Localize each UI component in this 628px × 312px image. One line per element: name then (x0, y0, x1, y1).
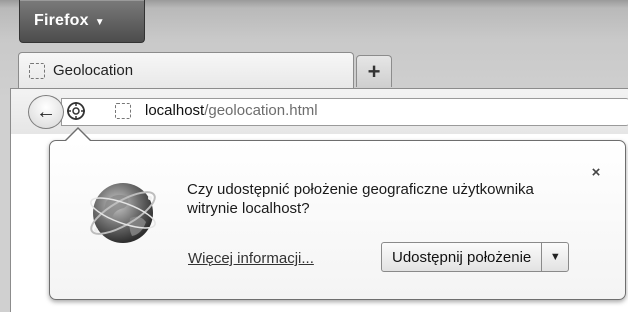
url-host: localhost (145, 102, 205, 119)
firefox-menu-button[interactable]: Firefox ▼ (19, 0, 145, 43)
close-notification-button[interactable]: × (588, 164, 604, 181)
navigation-toolbar (10, 88, 628, 134)
back-arrow-icon: ← (36, 100, 56, 123)
caret-down-icon: ▼ (94, 16, 105, 28)
dropdown-arrow-icon: ▼ (549, 251, 561, 263)
share-location-split-button: Udostępnij położenie ▼ (381, 242, 570, 272)
globe-icon (90, 183, 156, 243)
url-path: /geolocation.html (204, 102, 318, 119)
tab-title: Geolocation (53, 62, 134, 79)
url-page-icon (115, 103, 131, 119)
share-options-dropdown[interactable]: ▼ (542, 243, 568, 271)
tab-geolocation[interactable]: Geolocation (18, 52, 354, 88)
share-location-button[interactable]: Udostępnij położenie (382, 243, 543, 271)
page-placeholder-icon (29, 62, 45, 79)
url-text[interactable]: localhost/geolocation.html (145, 102, 318, 119)
notification-arrow-fill (66, 129, 90, 141)
firefox-menu-label: Firefox (34, 12, 89, 29)
site-identity-button[interactable] (64, 99, 88, 123)
new-tab-button[interactable]: + (356, 55, 392, 87)
learn-more-link[interactable]: Więcej informacji... (188, 250, 314, 267)
back-button[interactable]: ← (28, 95, 64, 129)
site-identity-icon (67, 102, 85, 120)
notification-message: Czy udostępnić położenie geograficzne uż… (187, 181, 534, 217)
